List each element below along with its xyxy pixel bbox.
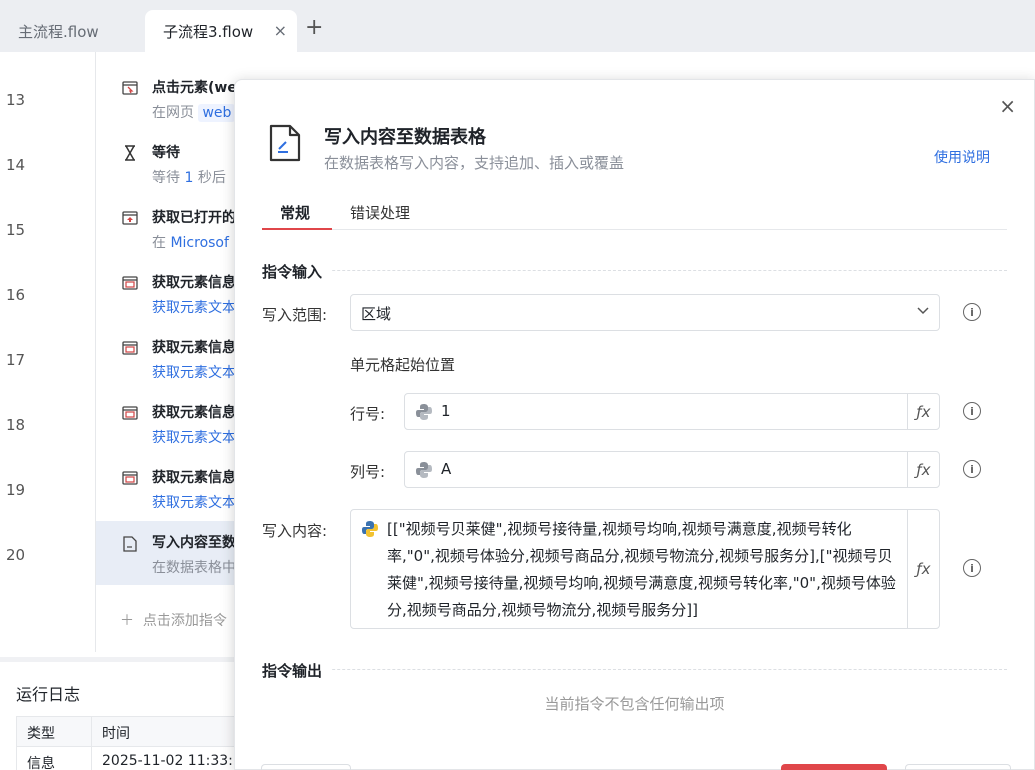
info-icon[interactable]: i bbox=[963, 303, 981, 321]
cell-start-label: 单元格起始位置 bbox=[350, 356, 456, 374]
click-element-icon bbox=[121, 79, 139, 97]
col-value: A bbox=[441, 460, 452, 478]
line-number: 20 bbox=[6, 546, 26, 564]
section-output-title: 指令输出 bbox=[262, 660, 333, 681]
empty-output-message: 当前指令不包含任何输出项 bbox=[544, 695, 725, 713]
close-icon[interactable]: × bbox=[274, 21, 287, 40]
python-icon bbox=[416, 404, 432, 420]
step-desc: 等待 1 秒后 bbox=[152, 170, 226, 186]
section-divider bbox=[262, 669, 1007, 670]
tab-error-handling[interactable]: 错误处理 bbox=[350, 202, 410, 223]
plus-icon[interactable]: + bbox=[305, 17, 323, 39]
step-desc: 在数据表格中 bbox=[152, 560, 236, 576]
document-icon bbox=[121, 535, 139, 553]
line-number: 16 bbox=[6, 286, 26, 304]
step-title: 点击元素(we bbox=[152, 80, 237, 96]
cancel-button[interactable] bbox=[905, 764, 1011, 770]
line-number: 14 bbox=[6, 156, 26, 174]
info-icon[interactable]: i bbox=[963, 559, 981, 577]
confirm-button[interactable] bbox=[781, 764, 887, 770]
step-title: 获取元素信息 bbox=[152, 340, 236, 356]
content-label: 写入内容: bbox=[262, 522, 328, 540]
add-step-button[interactable]: ＋ 点击添加指令 bbox=[120, 610, 227, 630]
element-info-icon bbox=[121, 274, 139, 292]
row-label: 行号: bbox=[350, 405, 386, 423]
log-title: 运行日志 bbox=[16, 685, 81, 704]
col-label: 列号: bbox=[350, 463, 386, 481]
close-icon[interactable]: × bbox=[999, 94, 1016, 118]
range-select[interactable]: 区域 bbox=[350, 294, 940, 331]
content-value: [["视频号贝莱健",视频号接待量,视频号均响,视频号满意度,视频号转化率,"0… bbox=[387, 520, 896, 619]
tab-label: 主流程.flow bbox=[18, 22, 99, 41]
section-divider bbox=[262, 270, 1007, 271]
dialog-tabs: 常规 错误处理 bbox=[262, 190, 1007, 230]
info-icon[interactable]: i bbox=[963, 402, 981, 420]
step-desc: 获取元素文本 bbox=[152, 365, 236, 381]
element-info-icon bbox=[121, 339, 139, 357]
tab-subflow3[interactable]: 子流程3.flow × bbox=[145, 10, 297, 52]
formula-icon[interactable]: ƒx bbox=[907, 452, 939, 487]
window-icon bbox=[121, 209, 139, 227]
section-input-title: 指令输入 bbox=[262, 261, 333, 282]
row-value: 1 bbox=[441, 402, 451, 420]
element-info-icon bbox=[121, 404, 139, 422]
step-title: 获取已打开的 bbox=[152, 210, 236, 226]
step-desc: 获取元素文本 bbox=[152, 430, 236, 446]
step-desc: 获取元素文本 bbox=[152, 300, 236, 316]
log-cell-type: 信息 bbox=[16, 747, 91, 770]
step-title: 获取元素信息 bbox=[152, 405, 236, 421]
formula-icon[interactable]: ƒx bbox=[907, 394, 939, 429]
line-number: 19 bbox=[6, 481, 26, 499]
range-label: 写入范围: bbox=[262, 306, 328, 324]
python-icon bbox=[362, 521, 378, 537]
step-title: 写入内容至数 bbox=[152, 535, 236, 551]
file-tab-bar: 主流程.flow 子流程3.flow × + bbox=[0, 0, 1035, 52]
write-table-dialog: × 写入内容至数据表格 在数据表格写入内容，支持追加、插入或覆盖 使用说明 常规… bbox=[234, 79, 1035, 770]
tab-general[interactable]: 常规 bbox=[280, 202, 310, 223]
col-input[interactable]: A ƒx bbox=[404, 451, 940, 488]
tab-main-flow[interactable]: 主流程.flow bbox=[0, 10, 145, 52]
line-number: 17 bbox=[6, 351, 26, 369]
dialog-title: 写入内容至数据表格 bbox=[324, 127, 486, 148]
step-title: 获取元素信息 bbox=[152, 470, 236, 486]
step-desc: 在 Microsof bbox=[152, 235, 229, 251]
range-value: 区域 bbox=[361, 305, 392, 323]
formula-icon[interactable]: ƒx bbox=[907, 510, 939, 628]
step-desc: 获取元素文本 bbox=[152, 495, 236, 511]
step-desc: 在网页 web bbox=[152, 102, 236, 122]
document-edit-icon bbox=[269, 124, 301, 162]
line-number: 15 bbox=[6, 221, 26, 239]
step-title: 等待 bbox=[152, 145, 180, 161]
row-input[interactable]: 1 ƒx bbox=[404, 393, 940, 430]
line-number: 18 bbox=[6, 416, 26, 434]
dialog-subtitle: 在数据表格写入内容，支持追加、插入或覆盖 bbox=[324, 154, 625, 172]
element-info-icon bbox=[121, 469, 139, 487]
log-header-type: 类型 bbox=[16, 717, 91, 746]
chevron-down-icon bbox=[917, 304, 929, 319]
line-number: 13 bbox=[6, 91, 26, 109]
footer-left-button[interactable] bbox=[261, 764, 351, 770]
info-icon[interactable]: i bbox=[963, 460, 981, 478]
content-input[interactable]: [["视频号贝莱健",视频号接待量,视频号均响,视频号满意度,视频号转化率,"0… bbox=[350, 509, 940, 629]
tab-label: 子流程3.flow bbox=[163, 22, 254, 41]
active-tab-indicator bbox=[262, 228, 332, 230]
help-link[interactable]: 使用说明 bbox=[934, 147, 990, 167]
hourglass-icon bbox=[121, 144, 139, 162]
add-step-label: 点击添加指令 bbox=[142, 613, 227, 629]
python-icon bbox=[416, 462, 432, 478]
step-title: 获取元素信息 bbox=[152, 275, 236, 291]
